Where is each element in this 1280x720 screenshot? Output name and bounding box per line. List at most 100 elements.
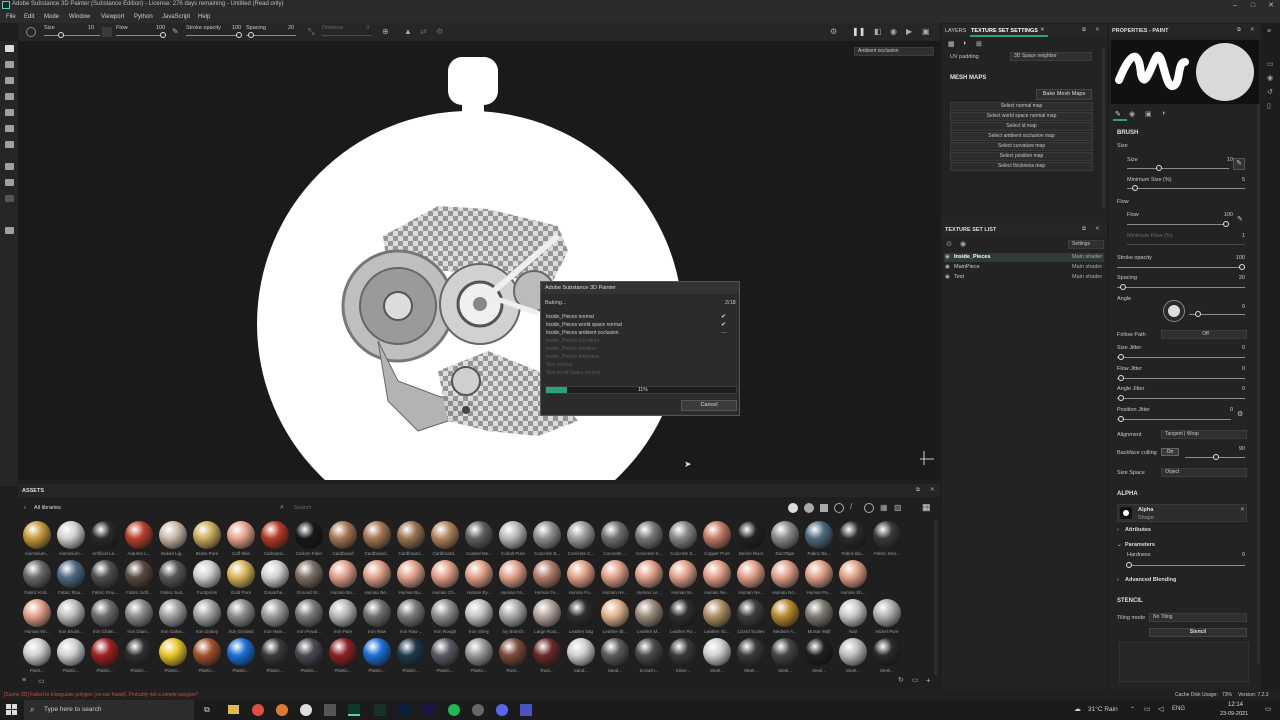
asset-tile[interactable]: Iron Raw ...: [394, 598, 428, 636]
photoshop-icon[interactable]: [398, 704, 410, 716]
asset-tile[interactable]: Plastic...: [88, 637, 122, 675]
notifications-icon[interactable]: ▭: [1265, 705, 1272, 713]
texture-set-row[interactable]: ◉ MainPiece Main shader: [944, 263, 1104, 272]
asset-tile[interactable]: Human Fo...: [564, 559, 598, 597]
close-button[interactable]: ✕: [1266, 1, 1276, 10]
asset-tile[interactable]: Plastic...: [360, 637, 394, 675]
maximize-button[interactable]: □: [1248, 1, 1258, 10]
menu-window[interactable]: Window: [69, 14, 90, 20]
asset-tile[interactable]: Fabric Soft...: [122, 559, 156, 597]
advanced-blending-label[interactable]: Advanced Blending: [1125, 577, 1176, 583]
min-flow-slider[interactable]: [1127, 244, 1245, 245]
mesh-map-slot-button[interactable]: Select id map: [950, 122, 1093, 131]
export-tool-icon[interactable]: [5, 227, 14, 234]
asset-tile[interactable]: Plastic...: [258, 637, 292, 675]
asset-tile[interactable]: Human Sh...: [836, 559, 870, 597]
assets-float-icon[interactable]: ⧉: [916, 487, 920, 494]
filter-image-icon[interactable]: ▨: [894, 503, 902, 512]
spotify-icon[interactable]: [448, 704, 460, 716]
toolbar-stroke-slider[interactable]: [186, 35, 242, 36]
asset-tile[interactable]: Artificial Le...: [88, 520, 122, 558]
menu-python[interactable]: Python: [134, 14, 153, 20]
asset-tile[interactable]: Aluminium...: [54, 520, 88, 558]
substance-designer-icon[interactable]: [374, 704, 386, 716]
asset-tile[interactable]: Human Ba...: [326, 559, 360, 597]
asset-tile[interactable]: Iron Shiny: [462, 598, 496, 636]
assets-library-select[interactable]: All libraries: [34, 505, 61, 511]
asset-tile[interactable]: Human Wr...: [20, 598, 54, 636]
uv-padding-select[interactable]: 3D Space neighbor: [1010, 52, 1092, 61]
asset-tile[interactable]: Baked Lig...: [156, 520, 190, 558]
blender-icon[interactable]: [276, 704, 288, 716]
backface-culling-knob[interactable]: [1213, 454, 1219, 460]
assets-add-icon[interactable]: +: [926, 676, 931, 685]
smudge-tool-icon[interactable]: [5, 109, 14, 116]
spacing-knob[interactable]: [1120, 284, 1126, 290]
asset-tile[interactable]: Medium A...: [768, 598, 802, 636]
toolbar-spacing-knob[interactable]: [248, 32, 254, 38]
toolbar-flow-knob[interactable]: [160, 32, 166, 38]
asset-tile[interactable]: Human No...: [768, 559, 802, 597]
material-icon[interactable]: ◑: [962, 40, 966, 47]
volume-icon[interactable]: ◁: [1158, 705, 1163, 713]
paint-tool-icon[interactable]: [5, 45, 14, 52]
toolbar-distance-slider[interactable]: [322, 35, 372, 36]
asset-tile[interactable]: Nail: [836, 598, 870, 636]
menu-javascript[interactable]: JavaScript: [162, 14, 190, 20]
attributes-label[interactable]: Attributes: [1125, 527, 1151, 533]
asset-tile[interactable]: Sand...: [598, 637, 632, 675]
mirror-icon[interactable]: ⇄: [420, 27, 430, 37]
asset-tile[interactable]: Large Rust...: [530, 598, 564, 636]
visibility-eye-icon[interactable]: ◉: [945, 264, 950, 270]
menu-viewport[interactable]: Viewport: [101, 14, 124, 20]
size-pressure-icon[interactable]: ✎: [1233, 158, 1245, 170]
bake-mesh-maps-button[interactable]: Bake Mesh Maps: [1036, 89, 1092, 100]
size-knob[interactable]: [1156, 165, 1162, 171]
asset-tile[interactable]: Mortar Wall: [802, 598, 836, 636]
tsl-float-icon[interactable]: ⧉: [1082, 226, 1086, 233]
asset-tile[interactable]: Human Be...: [360, 559, 394, 597]
mesh-map-slot-button[interactable]: Select curvature map: [950, 142, 1093, 151]
minimize-button[interactable]: –: [1230, 1, 1240, 10]
teams-icon[interactable]: [520, 704, 532, 716]
chrome-icon[interactable]: [252, 704, 264, 716]
follow-path-toggle[interactable]: Off: [1161, 330, 1247, 339]
asset-tile[interactable]: Iron Powd...: [292, 598, 326, 636]
filter-smart-materials-icon[interactable]: [804, 503, 814, 513]
asset-tile[interactable]: Iron Galva...: [156, 598, 190, 636]
stencil-slot[interactable]: [1119, 642, 1249, 682]
flow-pressure-icon[interactable]: ✎: [1237, 215, 1243, 223]
prop-float-icon[interactable]: ⧉: [1237, 27, 1241, 34]
asset-tile[interactable]: Human Ne...: [700, 559, 734, 597]
asset-tile[interactable]: Sand...: [564, 637, 598, 675]
asset-tile[interactable]: Concrete S...: [632, 520, 666, 558]
asset-tile[interactable]: Steel...: [870, 637, 904, 675]
pen-pressure-icon[interactable]: [102, 27, 112, 37]
menu-edit[interactable]: Edit: [24, 14, 34, 20]
asset-tile[interactable]: Concrete S...: [666, 520, 700, 558]
stroke-opacity-slider[interactable]: [1117, 267, 1245, 268]
asset-tile[interactable]: Iron Grinded: [224, 598, 258, 636]
menu-file[interactable]: File: [6, 14, 16, 20]
asset-tile[interactable]: Cobalt Pure: [496, 520, 530, 558]
asset-tile[interactable]: Cardboard...: [360, 520, 394, 558]
asset-tile[interactable]: Iron Diam...: [122, 598, 156, 636]
position-jitter-slider[interactable]: [1117, 419, 1231, 420]
asset-tile[interactable]: Human Pa...: [802, 559, 836, 597]
filter-materials-icon[interactable]: [788, 503, 798, 513]
texture-set-icon[interactable]: ▦: [948, 40, 955, 48]
panel-close-icon[interactable]: ✕: [1095, 27, 1100, 33]
toolbar-size-knob[interactable]: [58, 32, 64, 38]
asset-tile[interactable]: Leather Ro...: [666, 598, 700, 636]
asset-tile[interactable]: Plastic...: [156, 637, 190, 675]
display-settings-icon[interactable]: ▭: [1267, 60, 1274, 68]
asset-tile[interactable]: Brass Pure: [190, 520, 224, 558]
asset-tile[interactable]: Cardboard: [326, 520, 360, 558]
asset-tile[interactable]: Lizard Scales: [734, 598, 768, 636]
jitter-settings-icon[interactable]: ⚙: [1237, 410, 1243, 418]
library-chevron-icon[interactable]: ›: [24, 505, 26, 511]
assets-scrollbar[interactable]: [934, 520, 938, 675]
shader-settings-icon[interactable]: ◉: [1267, 74, 1273, 82]
asset-tile[interactable]: Fabric Knit...: [20, 559, 54, 597]
hardness-slider[interactable]: [1127, 565, 1245, 566]
